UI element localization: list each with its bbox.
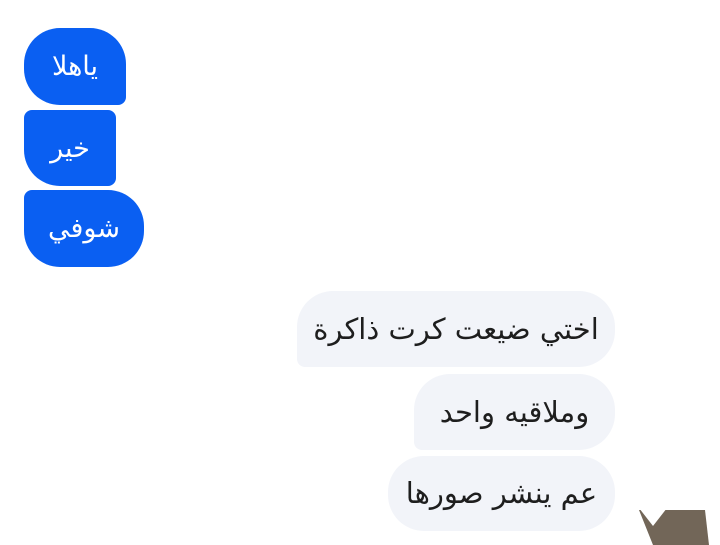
message-text: اختي ضيعت كرت ذاكرة (313, 311, 599, 346)
message-text: وملاقيه واحد (439, 394, 590, 429)
corner-sticker-shape (639, 508, 709, 545)
message-text: ياهلا (51, 51, 99, 82)
sent-message-bubble[interactable]: ياهلا (24, 28, 126, 105)
message-text: شوفي (48, 213, 120, 244)
message-text: خير (50, 132, 90, 164)
received-message-bubble[interactable]: وملاقيه واحد (414, 374, 615, 450)
sent-message-bubble[interactable]: شوفي (24, 190, 144, 267)
sent-message-bubble[interactable]: خير (24, 110, 116, 186)
received-message-bubble[interactable]: عم ينشر صورها (388, 456, 615, 531)
message-text: عم ينشر صورها (405, 476, 598, 510)
chat-thread: ياهلا خير شوفي اختي ضيعت كرت ذاكرة وملاق… (0, 0, 720, 545)
received-message-bubble[interactable]: اختي ضيعت كرت ذاكرة (297, 291, 615, 367)
